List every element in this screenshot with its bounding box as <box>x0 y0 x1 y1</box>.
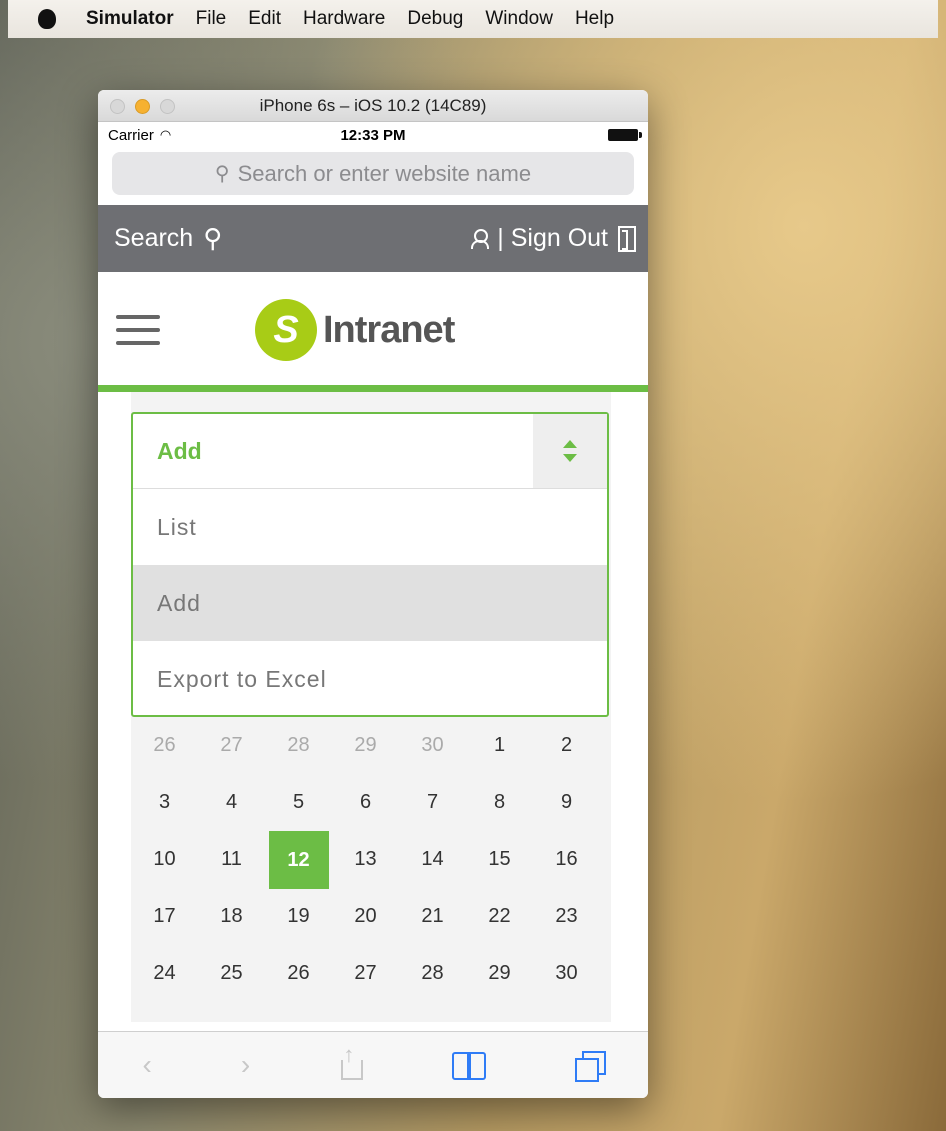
battery-icon <box>608 129 642 141</box>
calendar-day[interactable]: 12 <box>268 830 329 889</box>
calendar-day[interactable]: 30 <box>533 962 600 985</box>
page-content: 26 27 28 29 30 1 2 3 4 5 6 7 8 9 10 11 12 13 14 15 16 17 18 19 2… <box>98 392 648 1022</box>
dropdown-option-export[interactable]: Export to Excel <box>133 641 607 717</box>
chevron-left-icon[interactable]: ‹ <box>143 1049 152 1081</box>
calendar-day[interactable]: 29 <box>332 734 399 757</box>
calendar-week-row: 10 11 12 13 14 15 16 <box>131 830 611 889</box>
calendar-day[interactable]: 20 <box>332 905 399 928</box>
url-bar[interactable]: ⚲ Search or enter website name <box>112 152 634 195</box>
calendar-day[interactable]: 19 <box>265 905 332 928</box>
zoom-window-button[interactable] <box>160 99 175 114</box>
menu-edit[interactable]: Edit <box>248 8 281 30</box>
calendar-day[interactable]: 15 <box>466 848 533 871</box>
sign-out-link[interactable]: | Sign Out <box>497 224 608 253</box>
calendar-day[interactable]: 16 <box>533 848 600 871</box>
calendar-week-row: 3456789 <box>131 774 611 831</box>
dropdown-selected-value: Add <box>157 437 202 464</box>
user-area: | Sign Out <box>471 224 636 253</box>
dropdown-option-list[interactable]: List <box>133 489 607 565</box>
calendar-week-row: 26 27 28 29 30 1 2 <box>131 717 611 774</box>
site-search-link[interactable]: Search ⚲ <box>114 223 222 254</box>
menu-help[interactable]: Help <box>575 8 614 30</box>
calendar-day[interactable]: 29 <box>466 962 533 985</box>
calendar-week-row: 24 25 26 27 28 29 30 <box>131 945 611 1002</box>
calendar-week-row: 17 18 19 20 21 22 23 <box>131 888 611 945</box>
menu-file[interactable]: File <box>196 8 227 30</box>
calendar-day[interactable]: 17 <box>131 905 198 928</box>
menu-app-simulator[interactable]: Simulator <box>86 8 174 30</box>
calendar-day[interactable]: 30 <box>399 734 466 757</box>
calendar-day[interactable]: 6 <box>332 791 399 814</box>
dropdown-selected[interactable]: Add <box>133 414 607 489</box>
dropdown-toggle-icon[interactable] <box>533 414 607 488</box>
menu-debug[interactable]: Debug <box>407 8 463 30</box>
window-titlebar[interactable]: iPhone 6s – iOS 10.2 (14C89) <box>98 90 648 122</box>
logo-text: Intranet <box>323 308 455 351</box>
search-icon: ⚲ <box>214 163 230 185</box>
url-bar-container: ⚲ Search or enter website name <box>98 148 648 205</box>
calendar-grid: 26 27 28 29 30 1 2 3 4 5 6 7 8 9 10 11 12 13 14 15 16 17 18 19 2… <box>131 717 611 1002</box>
ios-statusbar: Carrier ◠ 12:33 PM <box>98 122 648 148</box>
calendar-day[interactable]: 18 <box>198 905 265 928</box>
calendar-day[interactable]: 28 <box>399 962 466 985</box>
bookmarks-icon[interactable] <box>452 1052 487 1080</box>
calendar-day[interactable]: 10 <box>131 848 198 871</box>
site-header: S Intranet <box>98 272 648 392</box>
calendar-day[interactable]: 28 <box>265 734 332 757</box>
calendar-day[interactable]: 9 <box>533 791 600 814</box>
apple-icon[interactable] <box>38 9 56 29</box>
calendar-day[interactable]: 14 <box>399 848 466 871</box>
calendar-day[interactable]: 25 <box>198 962 265 985</box>
safari-toolbar: ‹ › <box>98 1031 648 1098</box>
carrier-info: Carrier ◠ <box>108 127 171 144</box>
menu-window[interactable]: Window <box>485 8 553 30</box>
tabs-icon[interactable] <box>575 1051 607 1082</box>
calendar-day[interactable]: 7 <box>399 791 466 814</box>
calendar-day[interactable]: 1 <box>466 734 533 757</box>
site-logo[interactable]: S Intranet <box>255 299 455 361</box>
site-top-bar: Search ⚲ | Sign Out <box>98 205 648 272</box>
status-time: 12:33 PM <box>340 126 406 144</box>
calendar-day[interactable]: 11 <box>198 848 265 871</box>
calendar-day[interactable]: 26 <box>131 734 198 757</box>
calendar-day[interactable]: 13 <box>332 848 399 871</box>
hamburger-menu-icon[interactable] <box>116 315 160 345</box>
calendar-day[interactable]: 27 <box>332 962 399 985</box>
chevron-right-icon[interactable]: › <box>241 1049 250 1081</box>
calendar-day[interactable]: 23 <box>533 905 600 928</box>
url-placeholder: Search or enter website name <box>237 160 532 186</box>
wifi-icon: ◠ <box>159 127 172 142</box>
calendar-day[interactable]: 4 <box>198 791 265 814</box>
carrier-label: Carrier <box>108 126 154 144</box>
calendar-day[interactable]: 26 <box>265 962 332 985</box>
calendar-day[interactable]: 24 <box>131 962 198 985</box>
site-search-label: Search <box>114 224 194 252</box>
search-icon: ⚲ <box>203 223 223 253</box>
calendar-day[interactable]: 22 <box>466 905 533 928</box>
window-title: iPhone 6s – iOS 10.2 (14C89) <box>259 95 487 115</box>
user-icon[interactable] <box>471 228 490 249</box>
dropdown-option-add[interactable]: Add <box>133 565 607 641</box>
calendar-day[interactable]: 8 <box>466 791 533 814</box>
calendar-day[interactable]: 3 <box>131 791 198 814</box>
close-window-button[interactable] <box>110 99 125 114</box>
mac-menubar: Simulator File Edit Hardware Debug Windo… <box>8 0 938 38</box>
calendar-day[interactable]: 21 <box>399 905 466 928</box>
calendar-day[interactable]: 2 <box>533 734 600 757</box>
simulator-window: iPhone 6s – iOS 10.2 (14C89) Carrier ◠ 1… <box>98 90 648 1098</box>
calendar-day[interactable]: 27 <box>198 734 265 757</box>
logo-mark: S <box>255 299 317 361</box>
menu-hardware[interactable]: Hardware <box>303 8 385 30</box>
minimize-window-button[interactable] <box>135 99 150 114</box>
share-icon[interactable] <box>339 1042 364 1080</box>
calendar-day[interactable]: 5 <box>265 791 332 814</box>
action-dropdown[interactable]: Add List Add Export to Excel <box>131 412 609 717</box>
door-icon[interactable] <box>618 225 636 252</box>
